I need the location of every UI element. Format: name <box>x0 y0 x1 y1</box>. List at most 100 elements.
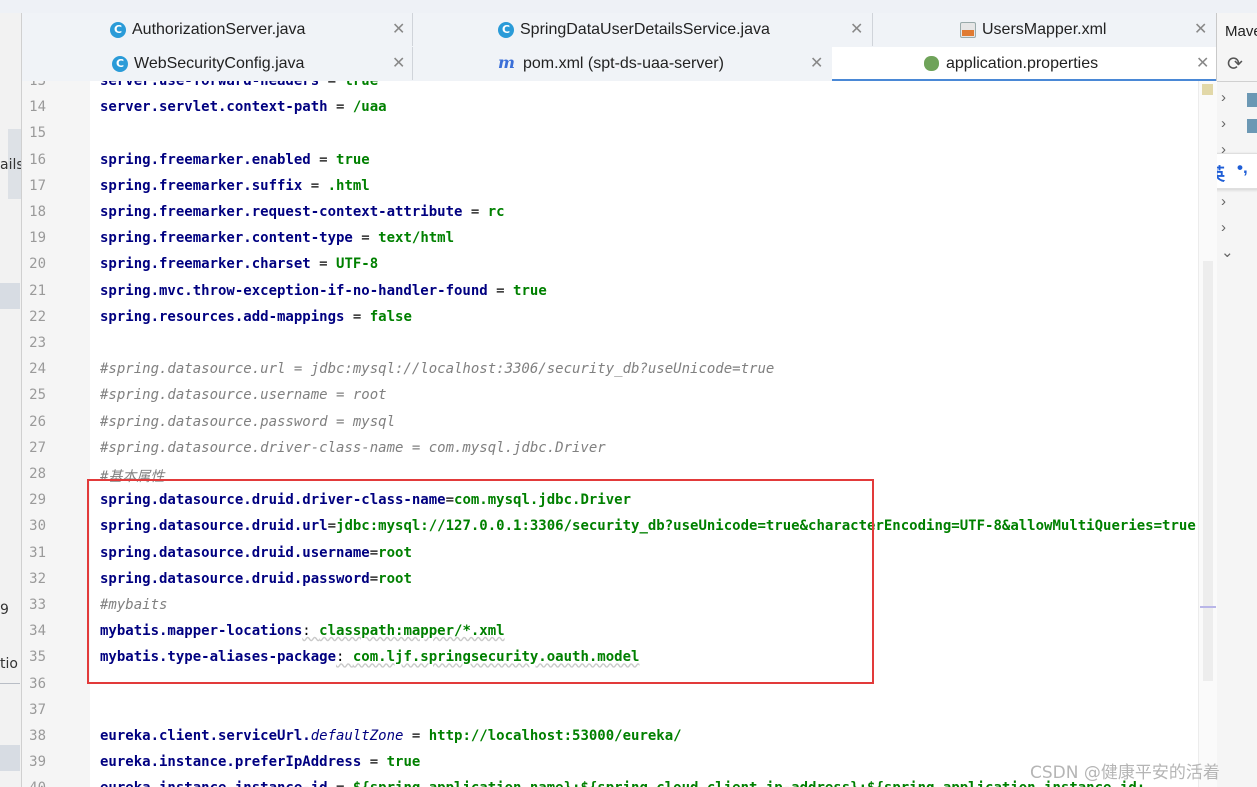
left-fragment-b: 9 <box>0 602 9 618</box>
code-line[interactable]: #spring.datasource.password = mysql <box>100 414 395 430</box>
chevron-right-icon[interactable]: › <box>1221 115 1226 132</box>
editor-tab-row-1: C AuthorizationServer.java ✕ C SpringDat… <box>22 13 1217 48</box>
property-value: http://localhost:53000/eureka/ <box>428 728 682 744</box>
code-token: = <box>361 754 387 771</box>
tab-spring-data-user-details-service[interactable]: C SpringDataUserDetailsService.java ✕ <box>412 13 873 46</box>
tab-pom-xml[interactable]: m pom.xml (spt-ds-uaa-server) ✕ <box>412 47 833 80</box>
comment-text: #spring.datasource.username = root <box>100 387 387 404</box>
property-value: rc <box>487 204 505 220</box>
code-line[interactable]: spring.resources.add-mappings = false <box>100 309 412 325</box>
close-icon[interactable]: ✕ <box>392 19 405 39</box>
code-line[interactable]: spring.mvc.throw-exception-if-no-handler… <box>100 283 547 299</box>
property-key: spring.freemarker.charset <box>100 256 311 273</box>
scrollbar-thumb[interactable] <box>1203 261 1213 681</box>
code-token: = <box>487 282 514 299</box>
property-value: false <box>369 308 412 325</box>
code-line[interactable]: spring.freemarker.suffix = .html <box>100 178 370 194</box>
line-number-gutter: 13 14 15 16 17 18 19 20 21 22 23 24 25 26 27 28 29 30 31 32… <box>22 81 91 787</box>
chevron-right-icon[interactable]: › <box>1221 89 1226 106</box>
close-icon[interactable]: ✕ <box>392 53 405 73</box>
code-token: = <box>352 230 379 247</box>
code-line[interactable]: #spring.datasource.username = root <box>100 387 387 403</box>
tab-authorization-server[interactable]: C AuthorizationServer.java ✕ <box>22 13 413 46</box>
left-divider <box>0 683 20 684</box>
tab-label: UsersMapper.xml <box>982 21 1107 38</box>
line-number: 15 <box>29 125 46 142</box>
line-number: 37 <box>29 701 46 718</box>
close-icon[interactable]: ✕ <box>1196 53 1209 73</box>
properties-file-icon <box>924 56 939 71</box>
close-icon[interactable]: ✕ <box>810 53 823 73</box>
comment-text: #spring.datasource.password = mysql <box>100 413 396 430</box>
maven-toolbar: ⟳ <box>1217 47 1257 82</box>
line-number: 24 <box>29 361 46 378</box>
code-token: = <box>319 81 345 89</box>
xml-file-icon <box>960 22 976 38</box>
property-value: true <box>513 282 547 299</box>
property-key: server.servlet.context-path <box>100 99 328 116</box>
line-number: 14 <box>29 99 46 116</box>
property-key: spring.resources.add-mappings <box>100 308 345 325</box>
maven-tool-window: Mave ⟳ › › › › › ⌄ <box>1216 13 1257 787</box>
code-line[interactable]: spring.freemarker.request-context-attrib… <box>100 204 505 220</box>
line-number: 25 <box>29 387 46 404</box>
inspection-status-icon <box>1202 84 1213 95</box>
line-number: 18 <box>29 204 46 220</box>
line-number: 29 <box>29 492 46 509</box>
code-line[interactable]: server.use-forward-headers = true <box>100 81 378 89</box>
editor-tab-row-2: C WebSecurityConfig.java ✕ m pom.xml (sp… <box>22 47 1217 82</box>
code-line[interactable]: spring.freemarker.content-type = text/ht… <box>100 230 454 246</box>
chevron-right-icon[interactable]: › <box>1221 219 1226 236</box>
chevron-right-icon[interactable]: › <box>1221 193 1226 210</box>
property-value: true <box>336 151 370 168</box>
line-number: 35 <box>29 649 46 666</box>
maven-module-icon <box>1247 119 1257 133</box>
close-icon[interactable]: ✕ <box>1194 19 1207 39</box>
tab-application-properties[interactable]: application.properties ✕ <box>832 47 1217 82</box>
tab-web-security-config[interactable]: C WebSecurityConfig.java ✕ <box>22 47 413 80</box>
refresh-icon[interactable]: ⟳ <box>1227 53 1243 76</box>
code-line[interactable]: server.servlet.context-path = /uaa <box>100 99 387 115</box>
code-line[interactable]: spring.freemarker.charset = UTF-8 <box>100 256 378 272</box>
left-selection-highlight-2 <box>0 745 20 771</box>
line-number: 16 <box>29 151 46 168</box>
tab-label: SpringDataUserDetailsService.java <box>520 21 770 38</box>
close-icon[interactable]: ✕ <box>850 19 863 39</box>
code-line[interactable]: eureka.instance.instance-id = ${spring.a… <box>100 780 1145 787</box>
left-fragment-c: tio <box>0 656 18 672</box>
line-number: 28 <box>29 466 46 482</box>
tab-label: application.properties <box>946 55 1099 72</box>
property-key: spring.freemarker.content-type <box>100 230 353 247</box>
ime-punctuation-toggle[interactable]: •, <box>1237 158 1248 178</box>
java-class-icon: C <box>498 22 514 38</box>
code-line[interactable]: #spring.datasource.url = jdbc:mysql://lo… <box>100 361 774 377</box>
property-key: server.use-forward-headers <box>100 81 320 89</box>
line-number: 32 <box>29 570 46 587</box>
line-number: 13 <box>29 81 46 89</box>
property-value: .html <box>327 177 370 194</box>
code-token: = <box>328 780 353 787</box>
editor-scrollbar[interactable] <box>1198 81 1217 787</box>
code-line[interactable]: eureka.instance.preferIpAddress = true <box>100 754 420 770</box>
tab-users-mapper-xml[interactable]: UsersMapper.xml ✕ <box>872 13 1217 46</box>
code-line[interactable]: #spring.datasource.driver-class-name = c… <box>100 440 606 456</box>
code-line[interactable]: spring.freemarker.enabled = true <box>100 152 370 168</box>
property-key: spring.freemarker.enabled <box>100 151 311 168</box>
property-value: /uaa <box>352 99 387 116</box>
line-number: 40 <box>22 780 46 787</box>
comment-text: #spring.datasource.driver-class-name = c… <box>100 439 606 456</box>
tab-label: pom.xml (spt-ds-uaa-server) <box>523 55 724 72</box>
line-number: 33 <box>29 597 46 613</box>
maven-panel-title[interactable]: Mave <box>1225 23 1257 40</box>
code-token: = <box>310 151 337 168</box>
property-value: true <box>344 81 379 89</box>
code-line[interactable]: eureka.client.serviceUrl.defaultZone = h… <box>100 728 682 744</box>
code-token: = <box>310 256 337 273</box>
line-number: 31 <box>29 544 46 561</box>
line-number: 30 <box>29 518 46 535</box>
left-selection-highlight <box>0 283 20 309</box>
highlight-annotation-box <box>87 479 874 684</box>
left-fragment-a: ails <box>0 157 22 173</box>
line-number: 26 <box>29 413 46 430</box>
chevron-down-icon[interactable]: ⌄ <box>1221 243 1234 261</box>
